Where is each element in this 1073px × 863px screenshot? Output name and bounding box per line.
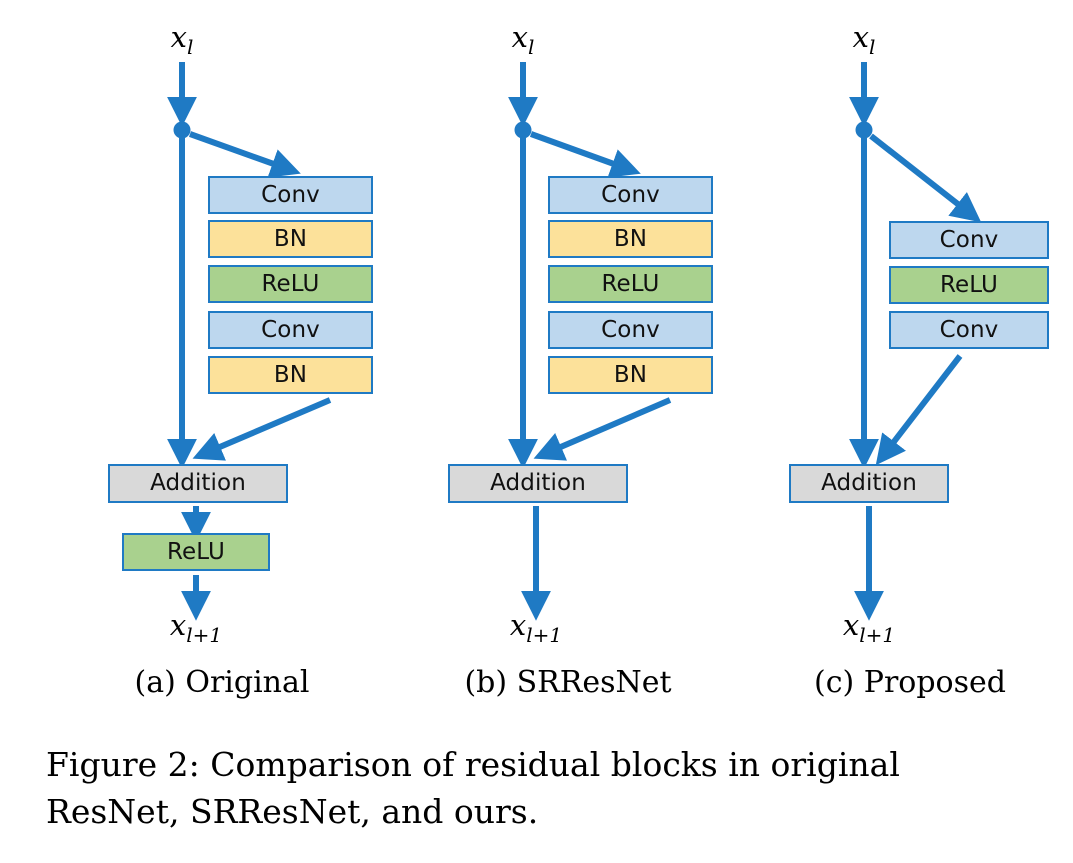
block-a-conv-2: Conv <box>208 311 373 349</box>
output-var: x <box>842 608 860 642</box>
input-var: x <box>852 20 869 54</box>
arrow-a-bn-to-addition <box>192 397 332 461</box>
input-label-a: xl <box>171 20 194 59</box>
block-label: Conv <box>261 316 320 343</box>
figure-caption: Figure 2: Comparison of residual blocks … <box>46 745 900 831</box>
split-dot-b <box>514 121 532 139</box>
input-subscript: l <box>868 34 876 59</box>
block-label: ReLU <box>939 271 998 298</box>
subcaption-b: (b) SRResNet <box>464 665 672 700</box>
block-a-relu-out: ReLU <box>122 533 270 571</box>
input-var: x <box>170 20 187 54</box>
block-label: BN <box>273 361 308 388</box>
block-b-addition: Addition <box>448 464 628 503</box>
block-label: Conv <box>601 181 660 208</box>
block-label: Conv <box>939 316 999 343</box>
split-dot-a <box>173 121 191 139</box>
block-a-bn-2: BN <box>208 356 373 394</box>
block-label: Conv <box>601 316 660 343</box>
block-b-conv-1: Conv <box>548 176 713 214</box>
block-label: Addition <box>150 470 246 496</box>
input-var: x <box>511 20 528 54</box>
input-subscript: l <box>527 34 535 59</box>
arrow-c-conv-to-addition <box>875 354 963 466</box>
split-dot-c <box>855 121 873 139</box>
output-label-a: xl+1 <box>170 608 222 647</box>
subcaption-c: (c) Proposed <box>814 665 1006 700</box>
block-label: Conv <box>261 181 320 208</box>
input-label-c: xl <box>853 20 876 59</box>
output-subscript: l+1 <box>526 622 563 647</box>
block-b-relu-1: ReLU <box>548 265 713 303</box>
output-subscript: l+1 <box>186 622 223 647</box>
arrow-c-split-to-conv <box>869 133 982 223</box>
output-label-c: xl+1 <box>843 608 895 647</box>
block-label: Addition <box>821 470 917 496</box>
block-c-conv-1: Conv <box>889 221 1049 259</box>
output-label-b: xl+1 <box>510 608 562 647</box>
block-label: BN <box>613 225 648 252</box>
block-a-addition: Addition <box>108 464 288 503</box>
arrow-b-bn-to-addition <box>533 397 672 461</box>
block-label: ReLU <box>166 538 225 565</box>
block-label: BN <box>273 225 308 252</box>
block-b-bn-1: BN <box>548 220 713 258</box>
input-subscript: l <box>186 34 194 59</box>
block-label: ReLU <box>261 270 320 297</box>
block-label: Conv <box>939 226 999 253</box>
block-label: ReLU <box>601 270 660 297</box>
block-a-conv-1: Conv <box>208 176 373 214</box>
block-c-relu-1: ReLU <box>889 266 1049 304</box>
block-label: BN <box>613 361 648 388</box>
output-var: x <box>509 608 527 642</box>
block-b-conv-2: Conv <box>548 311 713 349</box>
output-subscript: l+1 <box>859 622 896 647</box>
block-a-relu-1: ReLU <box>208 265 373 303</box>
block-b-bn-2: BN <box>548 356 713 394</box>
arrow-a-split-to-conv <box>188 131 301 178</box>
input-label-b: xl <box>512 20 535 59</box>
block-c-conv-2: Conv <box>889 311 1049 349</box>
figure-2-residual-blocks: Conv BN ReLU Conv BN Addition ReLU Conv … <box>0 0 1073 863</box>
block-a-bn-1: BN <box>208 220 373 258</box>
output-var: x <box>169 608 187 642</box>
arrow-b-split-to-conv <box>529 131 641 178</box>
subcaption-a: (a) Original <box>134 665 310 700</box>
block-c-addition: Addition <box>789 464 949 503</box>
block-label: Addition <box>490 470 586 496</box>
